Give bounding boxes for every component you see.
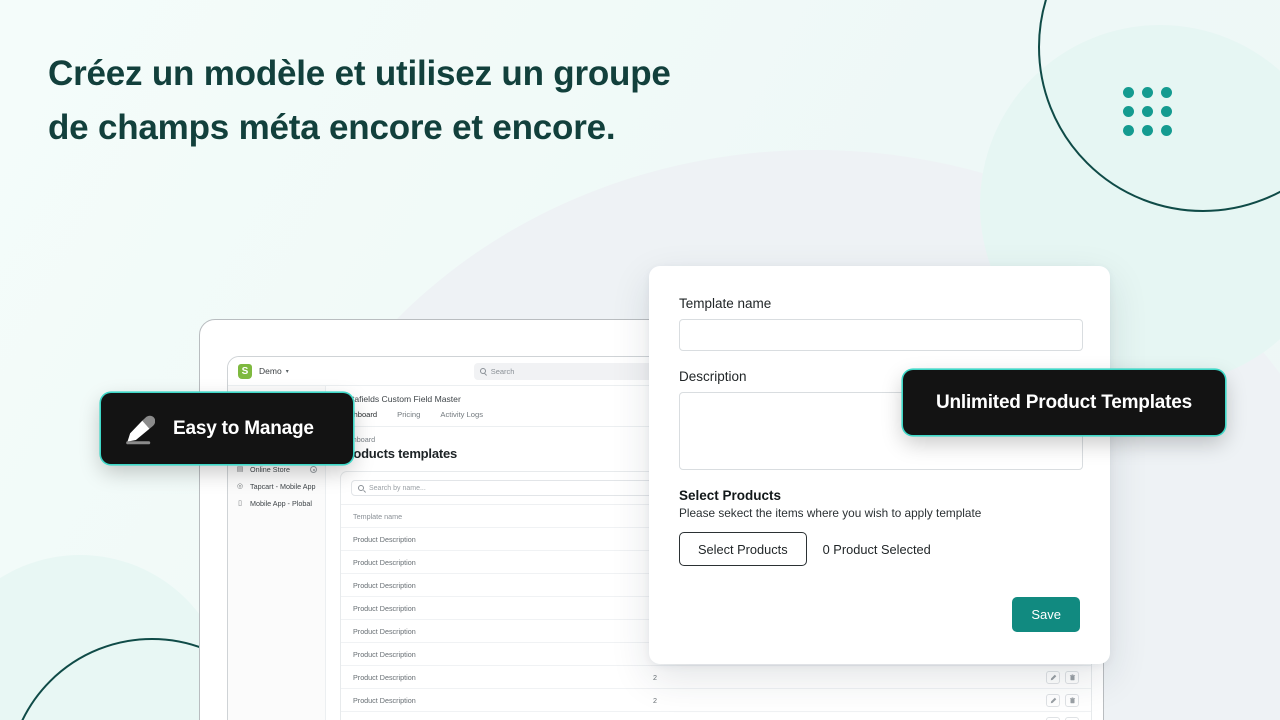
table-row[interactable]: Product Description 2 — [341, 688, 1091, 711]
sidebar-item-plobal[interactable]: ▯ Mobile App - Plobal — [228, 495, 325, 512]
slide-canvas: Créez un modèle et utilisez un groupe de… — [0, 0, 1280, 720]
cell-template-name: Product Description — [353, 626, 416, 636]
sidebar-item-label: Tapcart - Mobile App — [250, 482, 316, 491]
delete-icon[interactable] — [1065, 693, 1079, 707]
badge-label: Easy to Manage — [173, 417, 314, 439]
select-products-button[interactable]: Select Products — [679, 532, 807, 566]
store-name-label[interactable]: Demo — [259, 366, 282, 376]
edit-icon[interactable] — [1046, 670, 1060, 684]
cell-template-name: Product Description — [353, 672, 416, 682]
cell-product-count: 2 — [653, 672, 657, 682]
sidebar-item-tapcart[interactable]: ◎ Tapcart - Mobile App — [228, 478, 325, 495]
cell-template-name: Product Description — [353, 534, 416, 544]
sidebar-item-label: Mobile App - Plobal — [250, 499, 312, 508]
cell-template-name: Product Description — [353, 603, 416, 613]
phone-icon: ▯ — [238, 500, 242, 507]
select-products-row: Select Products 0 Product Selected — [679, 532, 1080, 566]
table-search-placeholder: Search by name... — [369, 484, 426, 492]
select-products-subtitle: Please sekect the items where you wish t… — [679, 506, 982, 520]
storefront-icon: ▤ — [236, 466, 244, 473]
create-template-modal: Template name Description Select Product… — [649, 266, 1110, 664]
template-name-input[interactable] — [679, 319, 1083, 351]
dot-grid-decoration — [1123, 87, 1172, 136]
column-header-template-name: Template name — [353, 511, 403, 521]
gear-icon[interactable] — [310, 466, 317, 473]
tab-pricing[interactable]: Pricing — [397, 410, 420, 426]
tab-activity-logs[interactable]: Activity Logs — [440, 410, 483, 426]
page-title: Créez un modèle et utilisez un groupe de… — [48, 54, 671, 147]
badge-easy-to-manage: Easy to Manage — [101, 393, 353, 464]
edit-icon[interactable] — [1046, 716, 1060, 720]
cell-template-name: Product Description — [353, 695, 416, 705]
cell-template-name: Product Description — [353, 649, 416, 659]
template-name-label: Template name — [679, 296, 772, 311]
shopify-logo-icon — [238, 363, 252, 379]
cell-template-name: Product Description — [353, 557, 416, 567]
delete-icon[interactable] — [1065, 716, 1079, 720]
edit-icon[interactable] — [1046, 693, 1060, 707]
table-row[interactable]: Product Description2 — [341, 711, 1091, 720]
delete-icon[interactable] — [1065, 670, 1079, 684]
cell-template-name: Product Description — [353, 580, 416, 590]
select-products-heading: Select Products — [679, 488, 782, 503]
row-actions — [1046, 693, 1079, 707]
admin-search-placeholder: Search — [490, 366, 515, 376]
search-icon — [358, 485, 364, 491]
search-icon — [479, 368, 486, 374]
chevron-down-icon[interactable]: ▾ — [286, 368, 289, 375]
table-row[interactable]: Product Description 2 — [341, 665, 1091, 688]
row-actions — [1046, 716, 1079, 720]
circle-icon: ◎ — [236, 483, 244, 490]
sidebar-item-label: Online Store — [250, 465, 290, 474]
save-button[interactable]: Save — [1012, 597, 1080, 632]
badge-label: Unlimited Product Templates — [935, 391, 1193, 413]
selected-count-label: 0 Product Selected — [822, 541, 931, 557]
badge-unlimited-product-templates: Unlimited Product Templates — [903, 370, 1225, 435]
row-actions — [1046, 670, 1079, 684]
cell-product-count: 2 — [653, 695, 657, 705]
pencil-icon — [126, 415, 155, 444]
